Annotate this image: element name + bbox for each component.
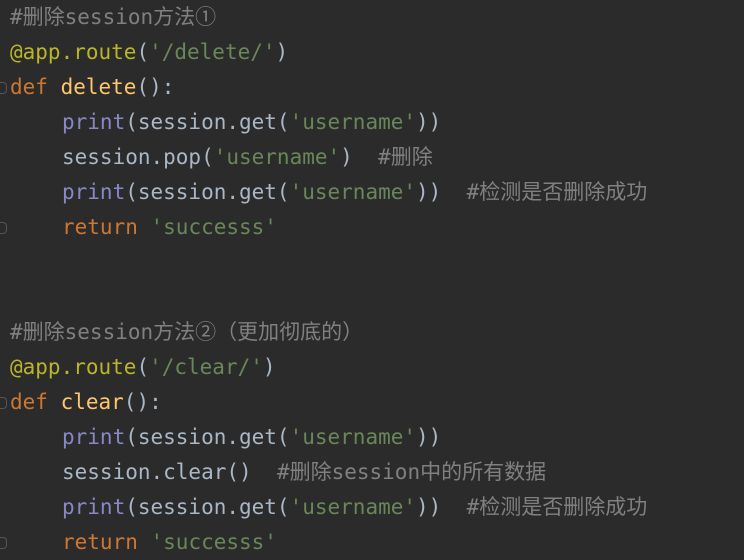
string-literal: 'username' xyxy=(213,145,341,169)
string-literal: '/delete/' xyxy=(149,40,276,64)
code-line[interactable]: @app.route('/clear/') xyxy=(10,350,276,385)
string-literal: 'username' xyxy=(289,110,417,134)
code-line[interactable]: print(session.get('username')) xyxy=(62,420,441,455)
string-literal: '/clear/' xyxy=(149,355,263,379)
code-text: session.clear() xyxy=(62,460,277,484)
code-text: )) xyxy=(416,495,467,519)
builtin-function: print xyxy=(62,495,126,519)
function-name: clear xyxy=(60,390,124,414)
code-text: (session.get( xyxy=(125,180,290,204)
fold-marker-icon[interactable] xyxy=(0,397,7,409)
code-line[interactable]: #删除session方法① xyxy=(10,0,216,35)
function-name: delete xyxy=(60,75,137,99)
keyword: def xyxy=(10,390,61,414)
fold-marker-icon[interactable] xyxy=(0,537,7,549)
code-text: )) xyxy=(416,425,442,449)
builtin-function: print xyxy=(62,180,126,204)
string-literal: 'successs' xyxy=(150,530,277,554)
builtin-function: print xyxy=(62,110,126,134)
keyword: return xyxy=(62,530,151,554)
code-line[interactable]: def delete(): xyxy=(10,70,174,105)
code-line[interactable]: def clear(): xyxy=(10,385,162,420)
code-text: ( xyxy=(136,40,150,64)
code-comment: #删除session中的所有数据 xyxy=(276,460,547,484)
code-line[interactable]: #删除session方法②（更加彻底的） xyxy=(10,315,363,350)
code-text: (): xyxy=(123,390,162,414)
code-text: ) xyxy=(275,40,289,64)
string-literal: 'username' xyxy=(289,495,417,519)
code-text: session.pop( xyxy=(62,145,214,169)
code-text: (session.get( xyxy=(125,110,290,134)
code-comment: #检测是否删除成功 xyxy=(466,180,648,204)
code-line[interactable]: print(session.get('username')) #检测是否删除成功 xyxy=(62,175,647,210)
code-line[interactable]: @app.route('/delete/') xyxy=(10,35,288,70)
keyword: def xyxy=(10,75,61,99)
code-line[interactable]: return 'successs' xyxy=(62,525,277,560)
code-line[interactable]: print(session.get('username')) xyxy=(62,105,441,140)
code-text: (session.get( xyxy=(125,495,290,519)
code-text: ( xyxy=(136,355,150,379)
code-line[interactable]: print(session.get('username')) #检测是否删除成功 xyxy=(62,490,647,525)
code-comment: #删除 xyxy=(378,145,433,169)
keyword: return xyxy=(62,215,151,239)
code-text: (): xyxy=(136,75,175,99)
string-literal: 'username' xyxy=(289,425,417,449)
code-text: )) xyxy=(416,110,442,134)
fold-marker-icon[interactable] xyxy=(0,222,7,234)
string-literal: 'successs' xyxy=(150,215,277,239)
code-text: ) xyxy=(262,355,276,379)
code-line[interactable]: session.pop('username') #删除 xyxy=(62,140,433,175)
code-editor[interactable]: #删除session方法① @app.route('/delete/') def d… xyxy=(0,0,744,560)
builtin-function: print xyxy=(62,425,126,449)
code-comment: #删除session方法① xyxy=(10,5,217,29)
code-line[interactable]: return 'successs' xyxy=(62,210,277,245)
code-text: (session.get( xyxy=(125,425,290,449)
code-text: )) xyxy=(416,180,467,204)
decorator: @app.route xyxy=(10,355,137,379)
fold-marker-icon[interactable] xyxy=(0,82,7,94)
string-literal: 'username' xyxy=(289,180,417,204)
decorator: @app.route xyxy=(10,40,137,64)
code-comment: #删除session方法②（更加彻底的） xyxy=(10,320,364,344)
code-text: ) xyxy=(340,145,379,169)
code-comment: #检测是否删除成功 xyxy=(466,495,648,519)
code-line[interactable]: session.clear() #删除session中的所有数据 xyxy=(62,455,546,490)
